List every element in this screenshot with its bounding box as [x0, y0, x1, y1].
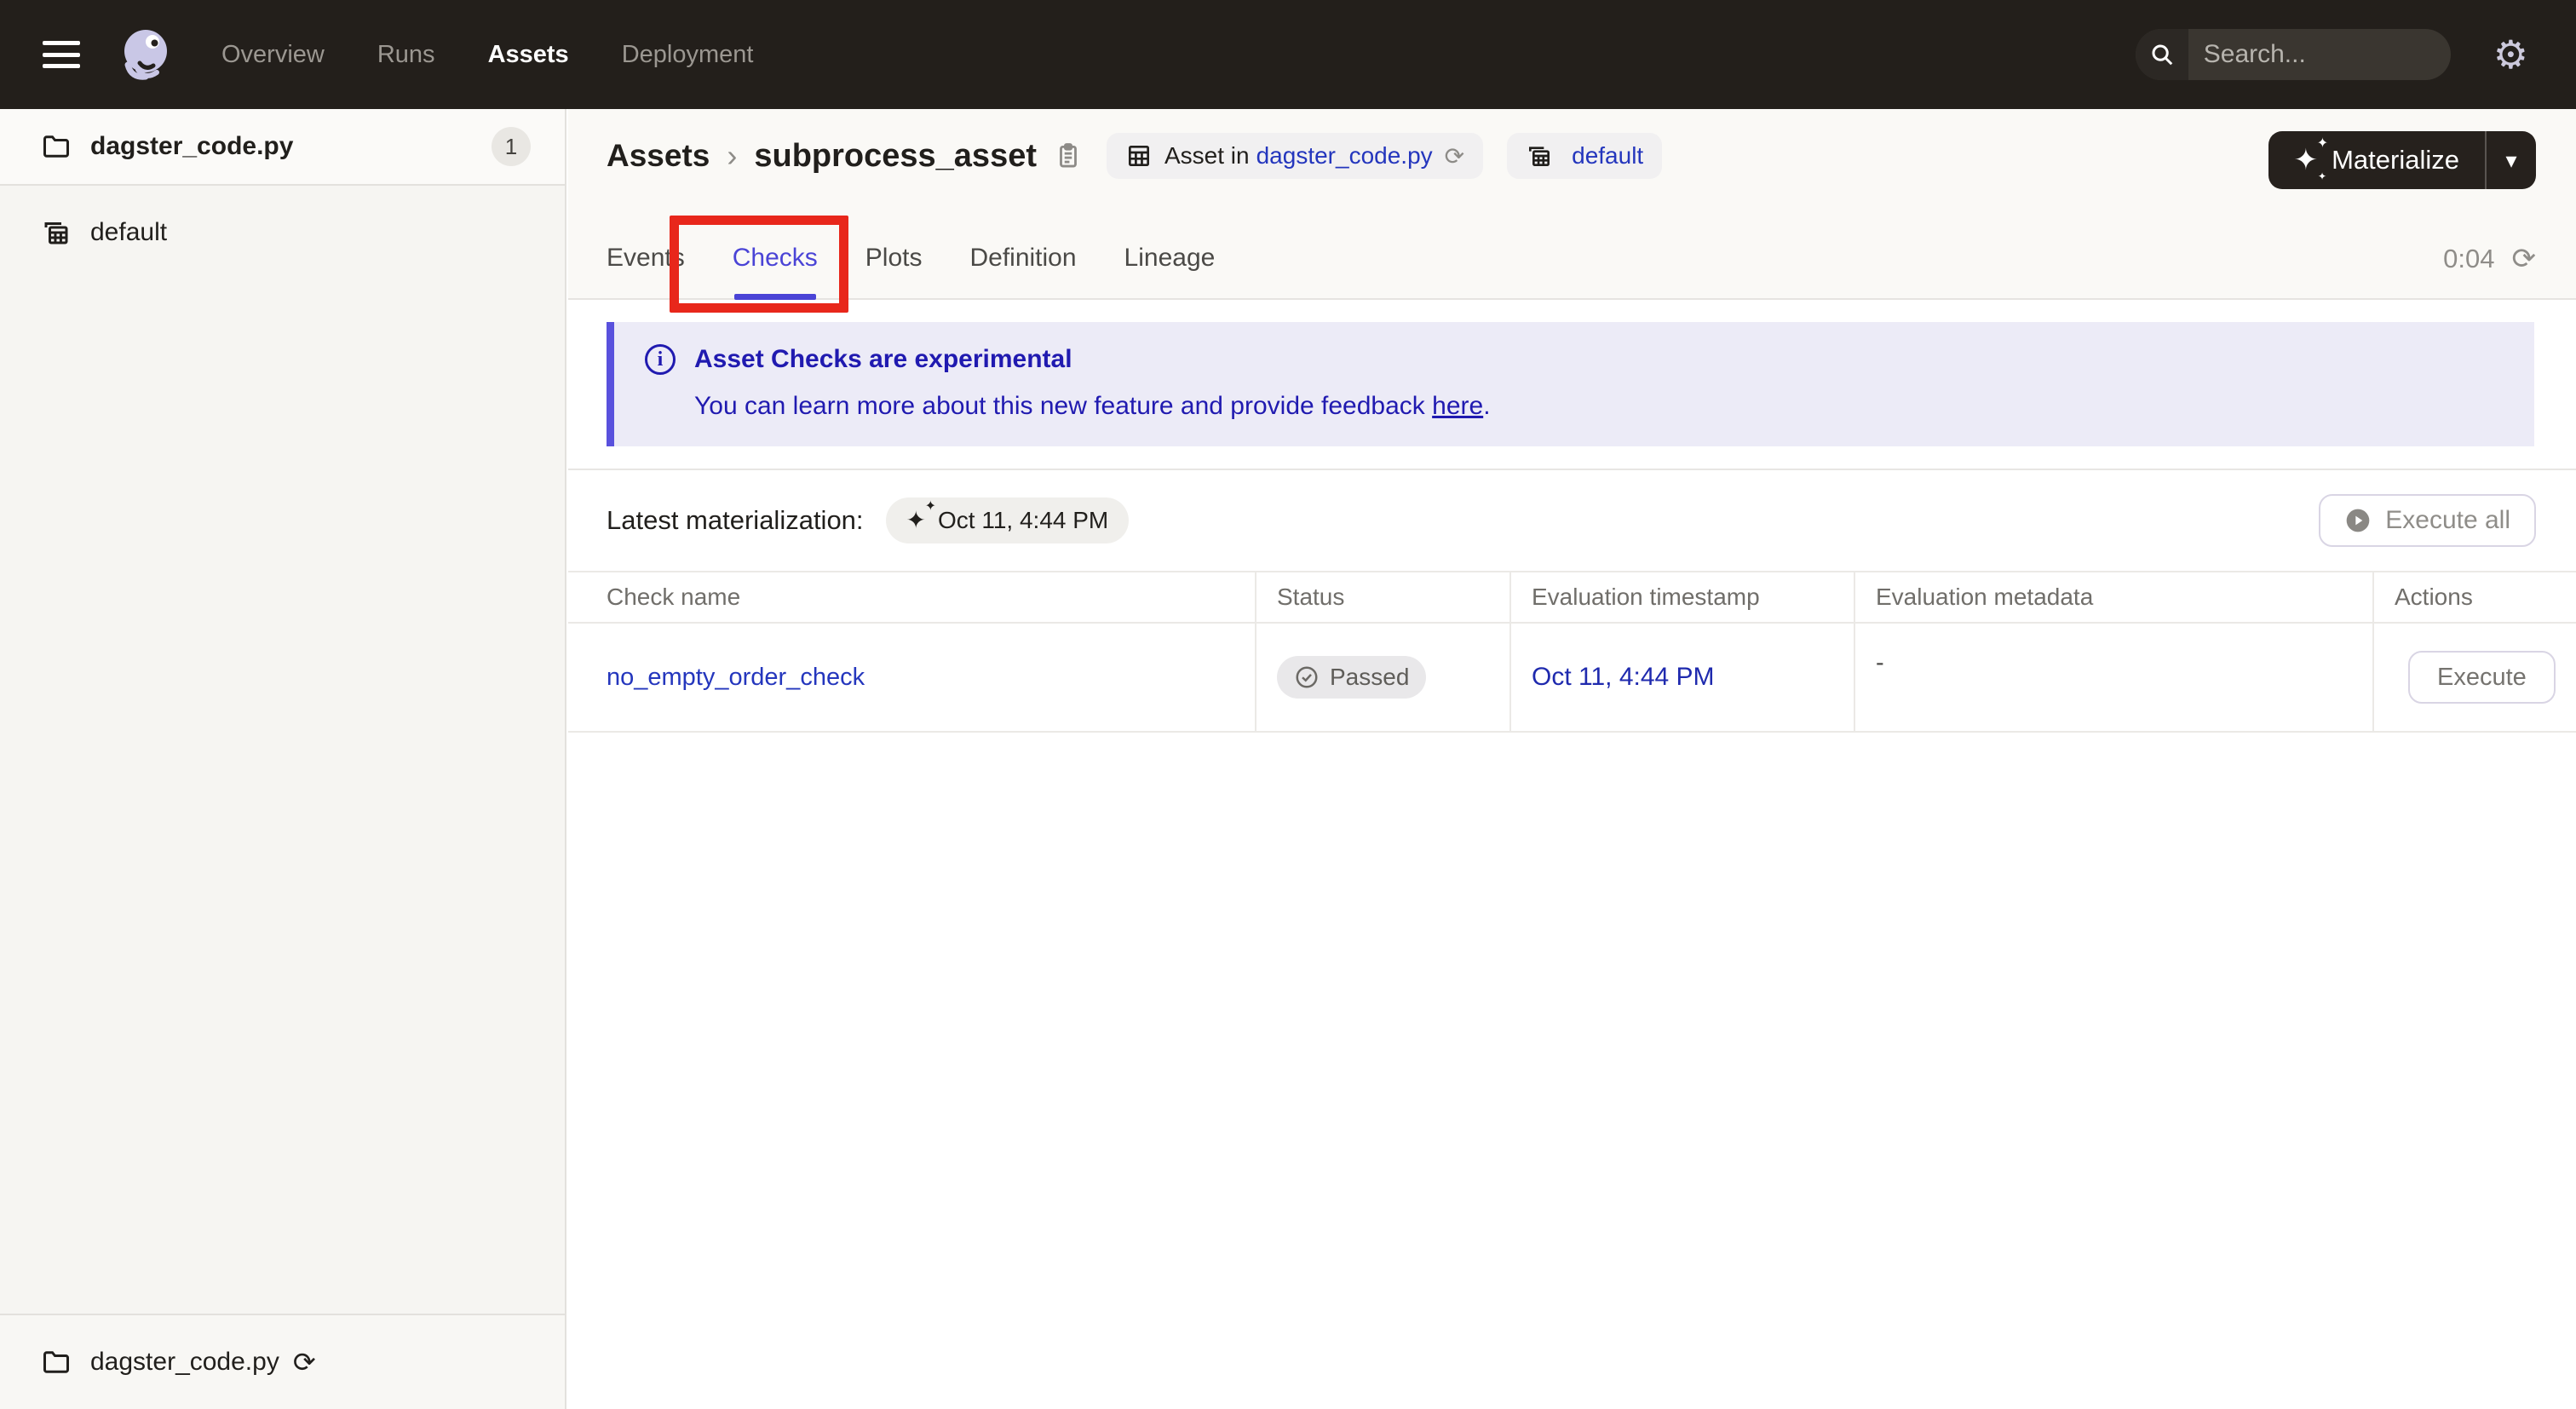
check-circle-icon: [1296, 666, 1318, 688]
sidebar-footer: dagster_code.py ⟳: [0, 1314, 565, 1409]
breadcrumb: Assets › subprocess_asset Asset in dagst…: [607, 133, 1663, 179]
latest-materialization-badge[interactable]: ✦ ✦ Oct 11, 4:44 PM: [885, 497, 1130, 543]
table-header-row: Check name Status Evaluation timestamp E…: [568, 571, 2576, 624]
folder-icon: [43, 135, 69, 158]
reload-icon[interactable]: ⟳: [1445, 142, 1464, 170]
asset-count-badge: 1: [492, 127, 531, 166]
evaluation-metadata-cell: -: [1854, 624, 2372, 731]
banner-body: You can learn more about this new featur…: [694, 392, 1491, 420]
materialize-label: Materialize: [2332, 145, 2459, 175]
reload-code-location-icon[interactable]: ⟳: [293, 1346, 316, 1378]
evaluation-timestamp-link[interactable]: Oct 11, 4:44 PM: [1532, 663, 1715, 692]
sidebar-item-dagster-code[interactable]: dagster_code.py 1: [0, 109, 565, 186]
asset-sidebar: dagster_code.py 1 default dagster_code.p…: [0, 109, 566, 1409]
nav-deployment[interactable]: Deployment: [622, 41, 754, 69]
nav-runs[interactable]: Runs: [377, 41, 435, 69]
play-circle-icon: [2346, 509, 2370, 532]
latest-materialization-row: Latest materialization: ✦ ✦ Oct 11, 4:44…: [568, 470, 2576, 571]
top-nav: Overview Runs Assets Deployment / ⚙: [0, 0, 2576, 109]
tag-prefix: Asset in: [1164, 142, 1250, 169]
checks-table: Check name Status Evaluation timestamp E…: [568, 571, 2576, 733]
asset-group-tag[interactable]: default: [1507, 133, 1663, 179]
breadcrumb-assets-link[interactable]: Assets: [607, 138, 710, 174]
materialize-split-button: ✦ ✦ ✦ Materialize ▾: [2268, 131, 2536, 189]
hamburger-menu-icon[interactable]: [43, 41, 80, 68]
col-actions: Actions: [2372, 572, 2576, 622]
check-name-link[interactable]: no_empty_order_check: [607, 664, 865, 692]
col-check-name: Check name: [607, 584, 741, 610]
sidebar-item-label: default: [90, 218, 168, 246]
col-evaluation-metadata: Evaluation metadata: [1854, 572, 2372, 622]
nav-assets[interactable]: Assets: [488, 41, 569, 69]
tab-lineage[interactable]: Lineage: [1124, 218, 1216, 298]
folder-icon: [43, 1351, 69, 1373]
dagster-logo[interactable]: [118, 27, 172, 82]
global-search[interactable]: /: [2135, 29, 2451, 80]
execute-button[interactable]: Execute: [2408, 651, 2556, 704]
experimental-banner-section: i Asset Checks are experimental You can …: [568, 300, 2576, 470]
experimental-banner: i Asset Checks are experimental You can …: [607, 322, 2534, 446]
search-icon: [2135, 29, 2188, 80]
execute-all-button[interactable]: Execute all: [2319, 494, 2536, 547]
asset-name-title: subprocess_asset: [754, 137, 1037, 174]
code-file-link[interactable]: dagster_code.py: [1256, 142, 1433, 170]
tab-definition[interactable]: Definition: [969, 218, 1076, 298]
refresh-timer: 0:04: [2443, 244, 2495, 273]
sidebar-item-default-group[interactable]: default: [0, 204, 565, 261]
group-grid-icon: [1529, 147, 1550, 166]
asset-group-grid-icon: [44, 222, 68, 244]
asset-tabs: Events Checks Plots Definition Lineage: [607, 218, 1216, 300]
col-status: Status: [1255, 572, 1509, 622]
col-evaluation-timestamp: Evaluation timestamp: [1509, 572, 1854, 622]
settings-gear-icon[interactable]: ⚙: [2493, 35, 2528, 74]
materialize-dropdown-button[interactable]: ▾: [2485, 131, 2536, 189]
asset-definition-tag[interactable]: Asset in dagster_code.py ⟳: [1107, 133, 1484, 179]
sparkle-icon: ✦ ✦ ✦: [2293, 136, 2329, 182]
sidebar-item-label: dagster_code.py: [90, 132, 294, 160]
nav-overview[interactable]: Overview: [221, 41, 325, 69]
code-location-link[interactable]: dagster_code.py: [90, 1348, 279, 1377]
main-content: Assets › subprocess_asset Asset in dagst…: [568, 109, 2576, 1409]
asset-grid-icon: [1129, 146, 1149, 166]
status-badge: Passed: [1277, 656, 1427, 699]
sparkle-icon: ✦ ✦: [906, 499, 937, 533]
chevron-right-icon: ›: [727, 138, 738, 173]
group-link[interactable]: default: [1572, 142, 1643, 170]
latest-materialization-label: Latest materialization:: [607, 505, 864, 535]
copy-clipboard-icon[interactable]: [1054, 141, 1083, 170]
info-icon: i: [645, 344, 676, 375]
refresh-icon[interactable]: ⟳: [2512, 242, 2537, 276]
materialize-button[interactable]: ✦ ✦ ✦ Materialize: [2268, 131, 2485, 189]
tab-checks[interactable]: Checks: [733, 218, 818, 300]
asset-header: Assets › subprocess_asset Asset in dagst…: [568, 109, 2576, 313]
tab-plots[interactable]: Plots: [865, 218, 923, 298]
banner-title: Asset Checks are experimental: [694, 345, 1072, 373]
search-input[interactable]: [2188, 40, 2451, 69]
primary-nav: Overview Runs Assets Deployment: [221, 41, 753, 69]
table-row: no_empty_order_check Passed Oct 11, 4:44…: [568, 624, 2576, 733]
tab-events[interactable]: Events: [607, 218, 685, 298]
feedback-link[interactable]: here: [1432, 392, 1483, 420]
